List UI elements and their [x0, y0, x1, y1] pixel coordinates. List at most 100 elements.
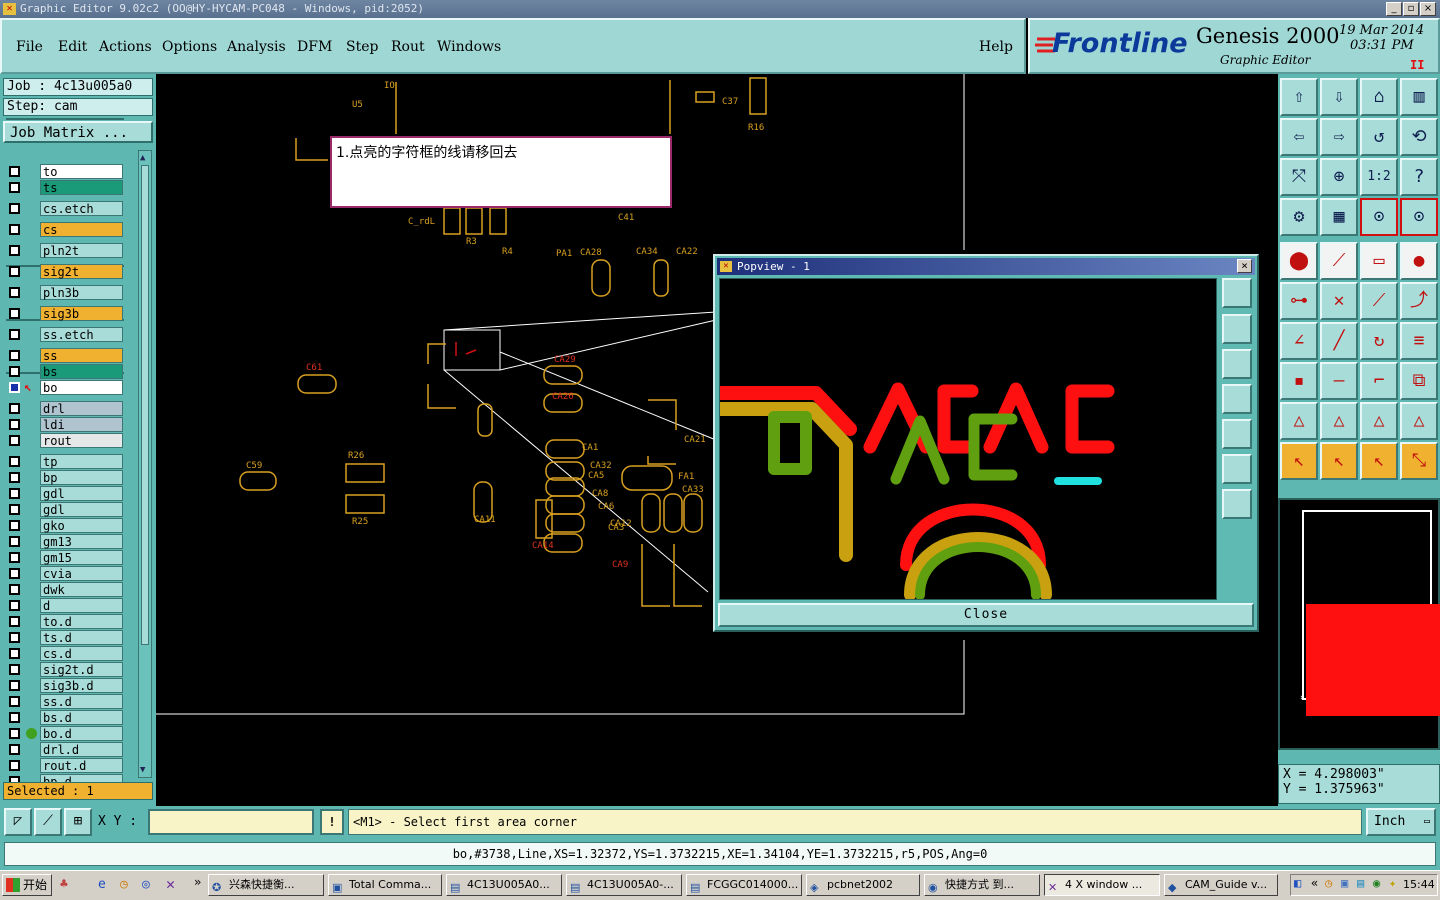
layer-checkbox[interactable]: [9, 266, 20, 277]
layer-name[interactable]: cs.etch: [40, 201, 123, 216]
help-icon[interactable]: ?: [1400, 158, 1438, 196]
layer-name[interactable]: drl.d: [40, 742, 123, 757]
layer-checkbox[interactable]: [9, 536, 20, 547]
arc-icon[interactable]: ↻: [1360, 322, 1398, 360]
popview-close-icon[interactable]: ×: [1237, 259, 1252, 273]
ruler-icon[interactable]: ▭: [1360, 242, 1398, 280]
layer-name[interactable]: tp: [40, 454, 123, 469]
popview-viewport[interactable]: [719, 278, 1217, 600]
layer-row[interactable]: gm15: [6, 550, 124, 566]
layer-row[interactable]: ss.d: [6, 694, 124, 710]
layer-name[interactable]: gko: [40, 518, 123, 533]
layer-name[interactable]: cvia: [40, 566, 123, 581]
snap-red-2-icon[interactable]: ⊙: [1400, 198, 1438, 236]
taskbar-item[interactable]: ✕ 4 X window ...: [1044, 874, 1160, 896]
layer-row[interactable]: rout.d: [6, 758, 124, 774]
menu-help[interactable]: Help: [979, 39, 1013, 55]
measure-icon[interactable]: ⟋: [34, 808, 62, 836]
tray-icon-5[interactable]: ◉: [1373, 876, 1380, 890]
taskbar-item[interactable]: ◆ CAM_Guide v...: [1164, 874, 1278, 896]
layer-name[interactable]: sig3b: [40, 306, 123, 321]
layer-row[interactable]: ↖ bo: [6, 380, 124, 396]
layer-checkbox[interactable]: [9, 504, 20, 515]
pointer-icon[interactable]: ↖: [1280, 442, 1318, 480]
layer-checkbox[interactable]: [9, 166, 20, 177]
line-tool-icon[interactable]: ╱: [1320, 322, 1358, 360]
overview-map[interactable]: ×: [1278, 498, 1440, 750]
layer-row[interactable]: to: [6, 164, 124, 180]
grid-icon[interactable]: ▦: [1320, 198, 1358, 236]
layer-row[interactable]: bo.d: [6, 726, 124, 742]
taskbar-item[interactable]: ▣ Total Comma...: [328, 874, 442, 896]
minus-icon[interactable]: —: [1320, 362, 1358, 400]
layer-row[interactable]: ldi: [6, 417, 124, 433]
layer-name[interactable]: d: [40, 598, 123, 613]
pointer-2-icon[interactable]: ↖: [1320, 442, 1358, 480]
undo-icon[interactable]: ↺: [1360, 118, 1398, 156]
menu-windows[interactable]: Windows: [437, 39, 501, 55]
layer-checkbox[interactable]: [9, 245, 20, 256]
triangle-4-icon[interactable]: △: [1400, 402, 1438, 440]
ie-icon[interactable]: e: [98, 877, 106, 892]
taskbar-item[interactable]: ▤ 4C13U005A0-...: [566, 874, 682, 896]
layer-row[interactable]: gdl: [6, 486, 124, 502]
popview-up-button[interactable]: [1222, 314, 1252, 344]
layer-name[interactable]: bs.d: [40, 710, 123, 725]
taskbar-item[interactable]: ▤ FCGGC014000...: [686, 874, 802, 896]
taskbar-item[interactable]: ◈ pcbnet2002: [806, 874, 920, 896]
layer-row[interactable]: gko: [6, 518, 124, 534]
popview-zoom-in-button[interactable]: [1222, 278, 1252, 308]
layer-checkbox[interactable]: [9, 472, 20, 483]
menu-dfm[interactable]: DFM: [297, 39, 332, 55]
redo-icon[interactable]: ⟲: [1400, 118, 1438, 156]
draw-line-icon[interactable]: ⟋: [1320, 242, 1358, 280]
fill-circle-icon[interactable]: ●: [1400, 242, 1438, 280]
layer-scrollbar[interactable]: ▲ ▼: [138, 150, 152, 778]
start-button[interactable]: 开始: [2, 874, 52, 896]
measure-icon[interactable]: ⌐: [1360, 362, 1398, 400]
quicklaunch-icon[interactable]: ♣: [60, 877, 78, 893]
layer-checkbox[interactable]: [9, 712, 20, 723]
layer-name[interactable]: drl: [40, 401, 123, 416]
layer-checkbox[interactable]: [9, 584, 20, 595]
pointer-3-icon[interactable]: ↖: [1360, 442, 1398, 480]
layer-row[interactable]: sig2t.d: [6, 662, 124, 678]
cross-icon[interactable]: ✕: [1320, 282, 1358, 320]
layer-name[interactable]: gdl: [40, 502, 123, 517]
clock-app-icon[interactable]: ◷: [120, 877, 128, 892]
popview-close-button[interactable]: Close: [718, 603, 1254, 627]
xwin-icon[interactable]: ✕: [166, 875, 175, 893]
layer-checkbox[interactable]: [9, 744, 20, 755]
triangle-1-icon[interactable]: △: [1280, 402, 1318, 440]
layer-checkbox[interactable]: [9, 632, 20, 643]
save-icon[interactable]: ⇩: [1320, 78, 1358, 116]
layer-name[interactable]: ss: [40, 348, 123, 363]
minimize-button[interactable]: _: [1386, 2, 1402, 16]
grid-icon[interactable]: ⊞: [64, 808, 92, 836]
layer-checkbox[interactable]: [9, 680, 20, 691]
layer-checkbox[interactable]: [9, 552, 20, 563]
layer-name[interactable]: gm13: [40, 534, 123, 549]
pan-icon[interactable]: ⊕: [1320, 158, 1358, 196]
layer-name[interactable]: sig2t.d: [40, 662, 123, 677]
select-pad-icon[interactable]: ⬤: [1280, 242, 1318, 280]
taskbar-item[interactable]: ◉ 快捷方式 到...: [924, 874, 1040, 896]
tray-icon-3[interactable]: ▣: [1341, 876, 1348, 890]
settings-icon[interactable]: ⚙: [1280, 198, 1318, 236]
triangle-3-icon[interactable]: △: [1360, 402, 1398, 440]
move-left-icon[interactable]: ⇦: [1280, 118, 1318, 156]
layer-checkbox[interactable]: [9, 600, 20, 611]
window-icon[interactable]: ▥: [1400, 78, 1438, 116]
layer-name[interactable]: ts.d: [40, 630, 123, 645]
move-right-icon[interactable]: ⇨: [1320, 118, 1358, 156]
layer-row[interactable]: ts: [6, 180, 124, 196]
tray-icon-1[interactable]: ◧: [1294, 876, 1301, 890]
point-arrow-icon[interactable]: ⤴: [1400, 282, 1438, 320]
pad-square-icon[interactable]: ▪: [1280, 362, 1318, 400]
layer-name[interactable]: ts: [40, 180, 123, 195]
snap-red-icon[interactable]: ⊙: [1360, 198, 1398, 236]
taskbar-item[interactable]: ▤ 4C13U005A0...: [446, 874, 562, 896]
connect-icon[interactable]: ⊶: [1280, 282, 1318, 320]
layer-checkbox[interactable]: [9, 456, 20, 467]
layer-name[interactable]: ss.etch: [40, 327, 123, 342]
